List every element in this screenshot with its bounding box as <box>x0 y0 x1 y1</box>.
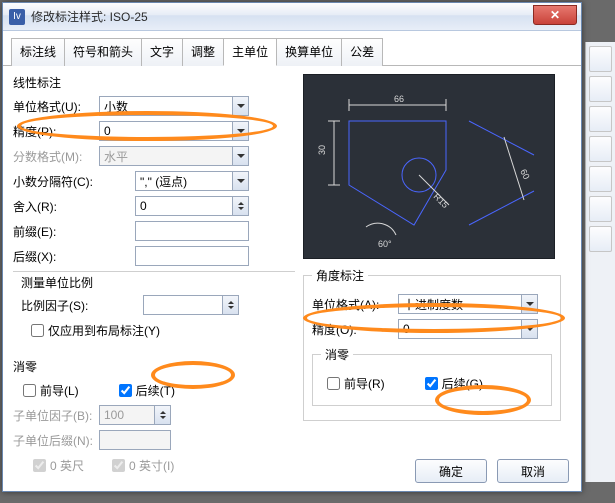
prefix-input[interactable] <box>135 221 249 241</box>
angular-trailing-checkbox[interactable]: 后续(G) <box>425 375 483 392</box>
fraction-format-combo: 水平 <box>99 146 249 166</box>
scale-factor-spinner[interactable]: 1 <box>143 295 239 315</box>
svg-text:R15: R15 <box>432 191 451 210</box>
tab-fit[interactable]: 调整 <box>182 38 224 66</box>
tab-alternate-units[interactable]: 换算单位 <box>276 38 342 66</box>
svg-text:30: 30 <box>317 145 327 155</box>
suppress-angular-label: 消零 <box>321 346 353 363</box>
chevron-down-icon <box>521 320 537 338</box>
angular-group-label: 角度标注 <box>312 267 368 284</box>
angular-precision-combo[interactable]: 0 <box>398 319 538 339</box>
apply-layout-checkbox[interactable]: 仅应用到布局标注(Y) <box>31 322 160 339</box>
trailing-checkbox[interactable]: 后续(T) <box>119 382 175 399</box>
tab-content: 线性标注 单位格式(U): 小数 精度(P): 0 分数格式( <box>3 66 581 486</box>
unit-format-label: 单位格式(U): <box>13 98 93 115</box>
angular-group: 角度标注 单位格式(A): 十进制度数 精度(O): 0 消零 <box>303 267 561 421</box>
window-title: 修改标注样式: ISO-25 <box>31 8 148 25</box>
tab-primary-units[interactable]: 主单位 <box>223 38 277 66</box>
angular-unit-format-combo[interactable]: 十进制度数 <box>398 294 538 314</box>
tab-text[interactable]: 文字 <box>141 38 183 66</box>
decimal-sep-label: 小数分隔符(C): <box>13 173 93 190</box>
ok-button[interactable]: 确定 <box>415 459 487 483</box>
fraction-format-label: 分数格式(M): <box>13 148 93 165</box>
tab-tolerances[interactable]: 公差 <box>341 38 383 66</box>
tab-dimlines[interactable]: 标注线 <box>11 38 65 66</box>
app-icon: Iv <box>9 9 25 25</box>
angular-precision-label: 精度(O): <box>312 321 392 338</box>
subunit-suffix-input <box>99 430 171 450</box>
subunit-factor-spinner: 100 <box>99 405 171 425</box>
spinner-arrows-icon <box>154 406 170 424</box>
chevron-down-icon <box>232 147 248 165</box>
feet-checkbox: 0 英尺 <box>33 457 84 474</box>
tab-strip: 标注线 符号和箭头 文字 调整 主单位 换算单位 公差 <box>3 31 581 66</box>
decimal-sep-combo[interactable]: "," (逗点) <box>135 171 249 191</box>
precision-combo[interactable]: 0 <box>99 121 249 141</box>
spinner-arrows-icon <box>222 296 238 314</box>
chevron-down-icon <box>232 122 248 140</box>
subunit-suffix-label: 子单位后缀(N): <box>13 432 93 449</box>
angular-unit-format-label: 单位格式(A): <box>312 296 392 313</box>
right-button-strip <box>585 42 615 482</box>
linear-group-label: 线性标注 <box>13 74 295 91</box>
close-icon: ✕ <box>550 8 560 22</box>
spinner-arrows-icon <box>232 197 248 215</box>
suffix-input[interactable] <box>135 246 249 266</box>
chevron-down-icon <box>232 172 248 190</box>
chevron-down-icon <box>521 295 537 313</box>
svg-text:60: 60 <box>518 167 531 180</box>
suffix-label: 后缀(X): <box>13 248 93 265</box>
svg-text:66: 66 <box>394 94 404 104</box>
scale-factor-label: 比例因子(S): <box>21 297 101 314</box>
tab-symbols-arrows[interactable]: 符号和箭头 <box>64 38 142 66</box>
round-spinner[interactable]: 0 <box>135 196 249 216</box>
round-label: 舍入(R): <box>13 198 93 215</box>
angular-leading-checkbox[interactable]: 前导(R) <box>327 375 385 392</box>
chevron-down-icon <box>232 97 248 115</box>
leading-checkbox[interactable]: 前导(L) <box>23 382 79 399</box>
precision-label: 精度(P): <box>13 123 93 140</box>
suppress-angular-group: 消零 前导(R) 后续(G) <box>312 346 552 406</box>
scale-group-label: 测量单位比例 <box>21 276 93 290</box>
suppress-linear-label: 消零 <box>13 358 295 375</box>
inches-checkbox: 0 英寸(I) <box>112 457 174 474</box>
unit-format-combo[interactable]: 小数 <box>99 96 249 116</box>
title-bar: Iv 修改标注样式: ISO-25 ✕ <box>3 3 581 31</box>
svg-text:60°: 60° <box>378 239 392 249</box>
subunit-factor-label: 子单位因子(B): <box>13 407 93 424</box>
cancel-button[interactable]: 取消 <box>497 459 569 483</box>
close-button[interactable]: ✕ <box>533 5 577 25</box>
dialog-window: Iv 修改标注样式: ISO-25 ✕ 标注线 符号和箭头 文字 调整 主单位 … <box>2 2 582 492</box>
preview-pane: 66 30 60 R15 60° <box>303 74 555 259</box>
prefix-label: 前缀(E): <box>13 223 93 240</box>
dialog-footer: 确定 取消 <box>415 459 569 483</box>
